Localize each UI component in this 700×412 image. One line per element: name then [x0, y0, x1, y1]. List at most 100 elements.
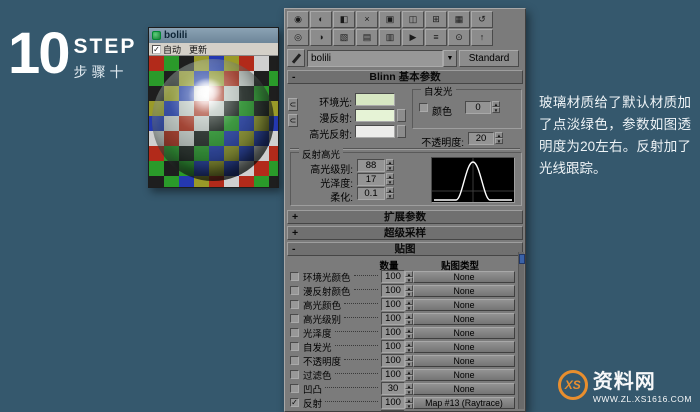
opacity-spinner[interactable]: ▲ ▼ [495, 132, 503, 144]
rollout-bar-2[interactable]: + 超级采样 [287, 226, 523, 240]
map-amount-field[interactable]: 100 [381, 298, 405, 311]
map-amount-field[interactable]: 100 [381, 396, 405, 409]
map-amount-spinner[interactable]: ▲▼ [405, 326, 413, 339]
map-amount-field[interactable]: 100 [381, 354, 405, 367]
self-illum-value-field[interactable]: 0 [465, 101, 491, 114]
map-slot-button[interactable]: None [413, 340, 515, 353]
map-amount-spinner[interactable]: ▲▼ [405, 340, 413, 353]
map-enable-checkbox[interactable] [290, 342, 299, 351]
map-amount-field[interactable]: 100 [381, 368, 405, 381]
toolbar-icon: ◑ [318, 32, 324, 42]
map-enable-checkbox[interactable] [290, 328, 299, 337]
map-amount-field[interactable]: 30 [381, 382, 405, 395]
self-illum-color-checkbox[interactable] [419, 103, 428, 112]
show-end-result-button[interactable]: ↺ [471, 11, 493, 28]
self-illum-spinner[interactable]: ▲ ▼ [492, 101, 500, 113]
map-amount-field[interactable]: 100 [381, 312, 405, 325]
map-slot-button[interactable]: Map #13 (Raytrace) [413, 396, 515, 409]
toolbar-icon: × [364, 14, 370, 24]
map-enable-checkbox[interactable] [290, 370, 299, 379]
reset-map-button[interactable]: × [356, 11, 378, 28]
material-preview-canvas[interactable] [149, 56, 278, 187]
ambient-color-swatch[interactable] [355, 93, 395, 106]
make-preview-button[interactable]: ▶ [402, 29, 424, 46]
map-enable-checkbox[interactable] [290, 300, 299, 309]
specular-level-field[interactable]: 88 [357, 159, 385, 172]
sample-type-button[interactable]: ◎ [287, 29, 309, 46]
put-material-button[interactable]: ◐ [310, 11, 332, 28]
rollout-blinn-basic-params[interactable]: - Blinn 基本参数 [287, 70, 523, 84]
material-type-button[interactable]: Standard [459, 49, 519, 67]
auto-update-checkbox[interactable]: ✓ [152, 44, 161, 54]
soften-field[interactable]: 0.1 [357, 187, 385, 200]
glossiness-spinner[interactable]: ▲ ▼ [386, 173, 394, 185]
chevron-down-icon[interactable]: ▼ [443, 49, 457, 67]
diffuse-map-shortcut-button[interactable] [397, 109, 406, 122]
assign-to-selection-button[interactable]: ◧ [333, 11, 355, 28]
map-enable-checkbox[interactable] [290, 356, 299, 365]
map-amount-spinner[interactable]: ▲▼ [405, 270, 413, 283]
map-enable-checkbox[interactable] [290, 314, 299, 323]
map-amount-spinner[interactable]: ▲▼ [405, 354, 413, 367]
map-amount-spinner[interactable]: ▲▼ [405, 368, 413, 381]
scrollbar-thumb[interactable] [519, 254, 525, 264]
specular-level-spinner[interactable]: ▲ ▼ [386, 159, 394, 171]
put-to-library-button[interactable]: ◫ [402, 11, 424, 28]
select-by-material-button[interactable]: ⊙ [448, 29, 470, 46]
map-slot-label: 高光颜色 [303, 300, 342, 312]
video-color-check-button[interactable]: ▥ [379, 29, 401, 46]
map-amount-field[interactable]: 100 [381, 284, 405, 297]
map-amount-field[interactable]: 100 [381, 340, 405, 353]
options-button[interactable]: ≡ [425, 29, 447, 46]
material-id-channel-button[interactable]: ⊞ [425, 11, 447, 28]
diffuse-color-swatch[interactable] [355, 109, 395, 122]
map-slot-button[interactable]: None [413, 270, 515, 283]
show-map-in-viewport-button[interactable]: ▦ [448, 11, 470, 28]
material-name-combo[interactable]: bolili ▼ [307, 49, 457, 67]
map-amount-spinner[interactable]: ▲▼ [405, 298, 413, 311]
glossiness-field[interactable]: 17 [357, 173, 385, 186]
map-slot-button[interactable]: None [413, 312, 515, 325]
pick-material-eyedropper-button[interactable] [287, 49, 305, 67]
step-number: 10 [8, 21, 70, 86]
map-enable-checkbox[interactable] [290, 272, 299, 281]
map-enable-checkbox[interactable] [290, 286, 299, 295]
map-enable-checkbox[interactable]: ✓ [290, 398, 299, 407]
checker-cell [149, 56, 164, 71]
rollout-bar-3[interactable]: - 贴图 [287, 242, 523, 256]
map-amount-spinner[interactable]: ▲▼ [405, 396, 413, 409]
map-enable-checkbox[interactable] [290, 384, 299, 393]
map-amount-spinner[interactable]: ▲▼ [405, 312, 413, 325]
map-slot-button[interactable]: None [413, 298, 515, 311]
self-illumination-group: 自发光 颜色 0 ▲ ▼ [412, 84, 522, 129]
step-sublabel: 步骤十 [73, 64, 128, 80]
background-button[interactable]: ▧ [333, 29, 355, 46]
lock-ambient-diffuse-button[interactable]: ⊂ [288, 98, 298, 111]
toolbar-icon: ↺ [478, 14, 486, 24]
specular-map-shortcut-button[interactable] [397, 125, 406, 138]
map-slot-button[interactable]: None [413, 284, 515, 297]
map-amount-spinner[interactable]: ▲▼ [405, 284, 413, 297]
glossiness-label: 光泽度: [320, 179, 353, 190]
go-to-parent-button[interactable]: ↑ [471, 29, 493, 46]
map-amount-field[interactable]: 100 [381, 326, 405, 339]
get-material-button[interactable]: ◉ [287, 11, 309, 28]
map-slot-button[interactable]: None [413, 368, 515, 381]
make-unique-button[interactable]: ▣ [379, 11, 401, 28]
opacity-value-field[interactable]: 20 [468, 132, 494, 145]
preview-window-titlebar[interactable]: bolili [149, 28, 278, 43]
sample-uv-tiling-button[interactable]: ▤ [356, 29, 378, 46]
map-slot-button[interactable]: None [413, 354, 515, 367]
map-amount-spinner[interactable]: ▲▼ [405, 382, 413, 395]
specular-color-swatch[interactable] [355, 125, 395, 138]
material-name-field[interactable]: bolili [307, 49, 443, 67]
menu-item-auto[interactable]: ✓ 自动 [152, 43, 181, 56]
backlight-button[interactable]: ◑ [310, 29, 332, 46]
map-slot-button[interactable]: None [413, 382, 515, 395]
rollout-bar-1[interactable]: + 扩展参数 [287, 210, 523, 224]
soften-spinner[interactable]: ▲ ▼ [386, 187, 394, 199]
menu-item-update[interactable]: 更新 [189, 43, 207, 56]
editor-scrollbar[interactable] [518, 252, 525, 409]
lock-diffuse-specular-button[interactable]: ⊂ [288, 114, 298, 127]
map-slot-button[interactable]: None [413, 326, 515, 339]
